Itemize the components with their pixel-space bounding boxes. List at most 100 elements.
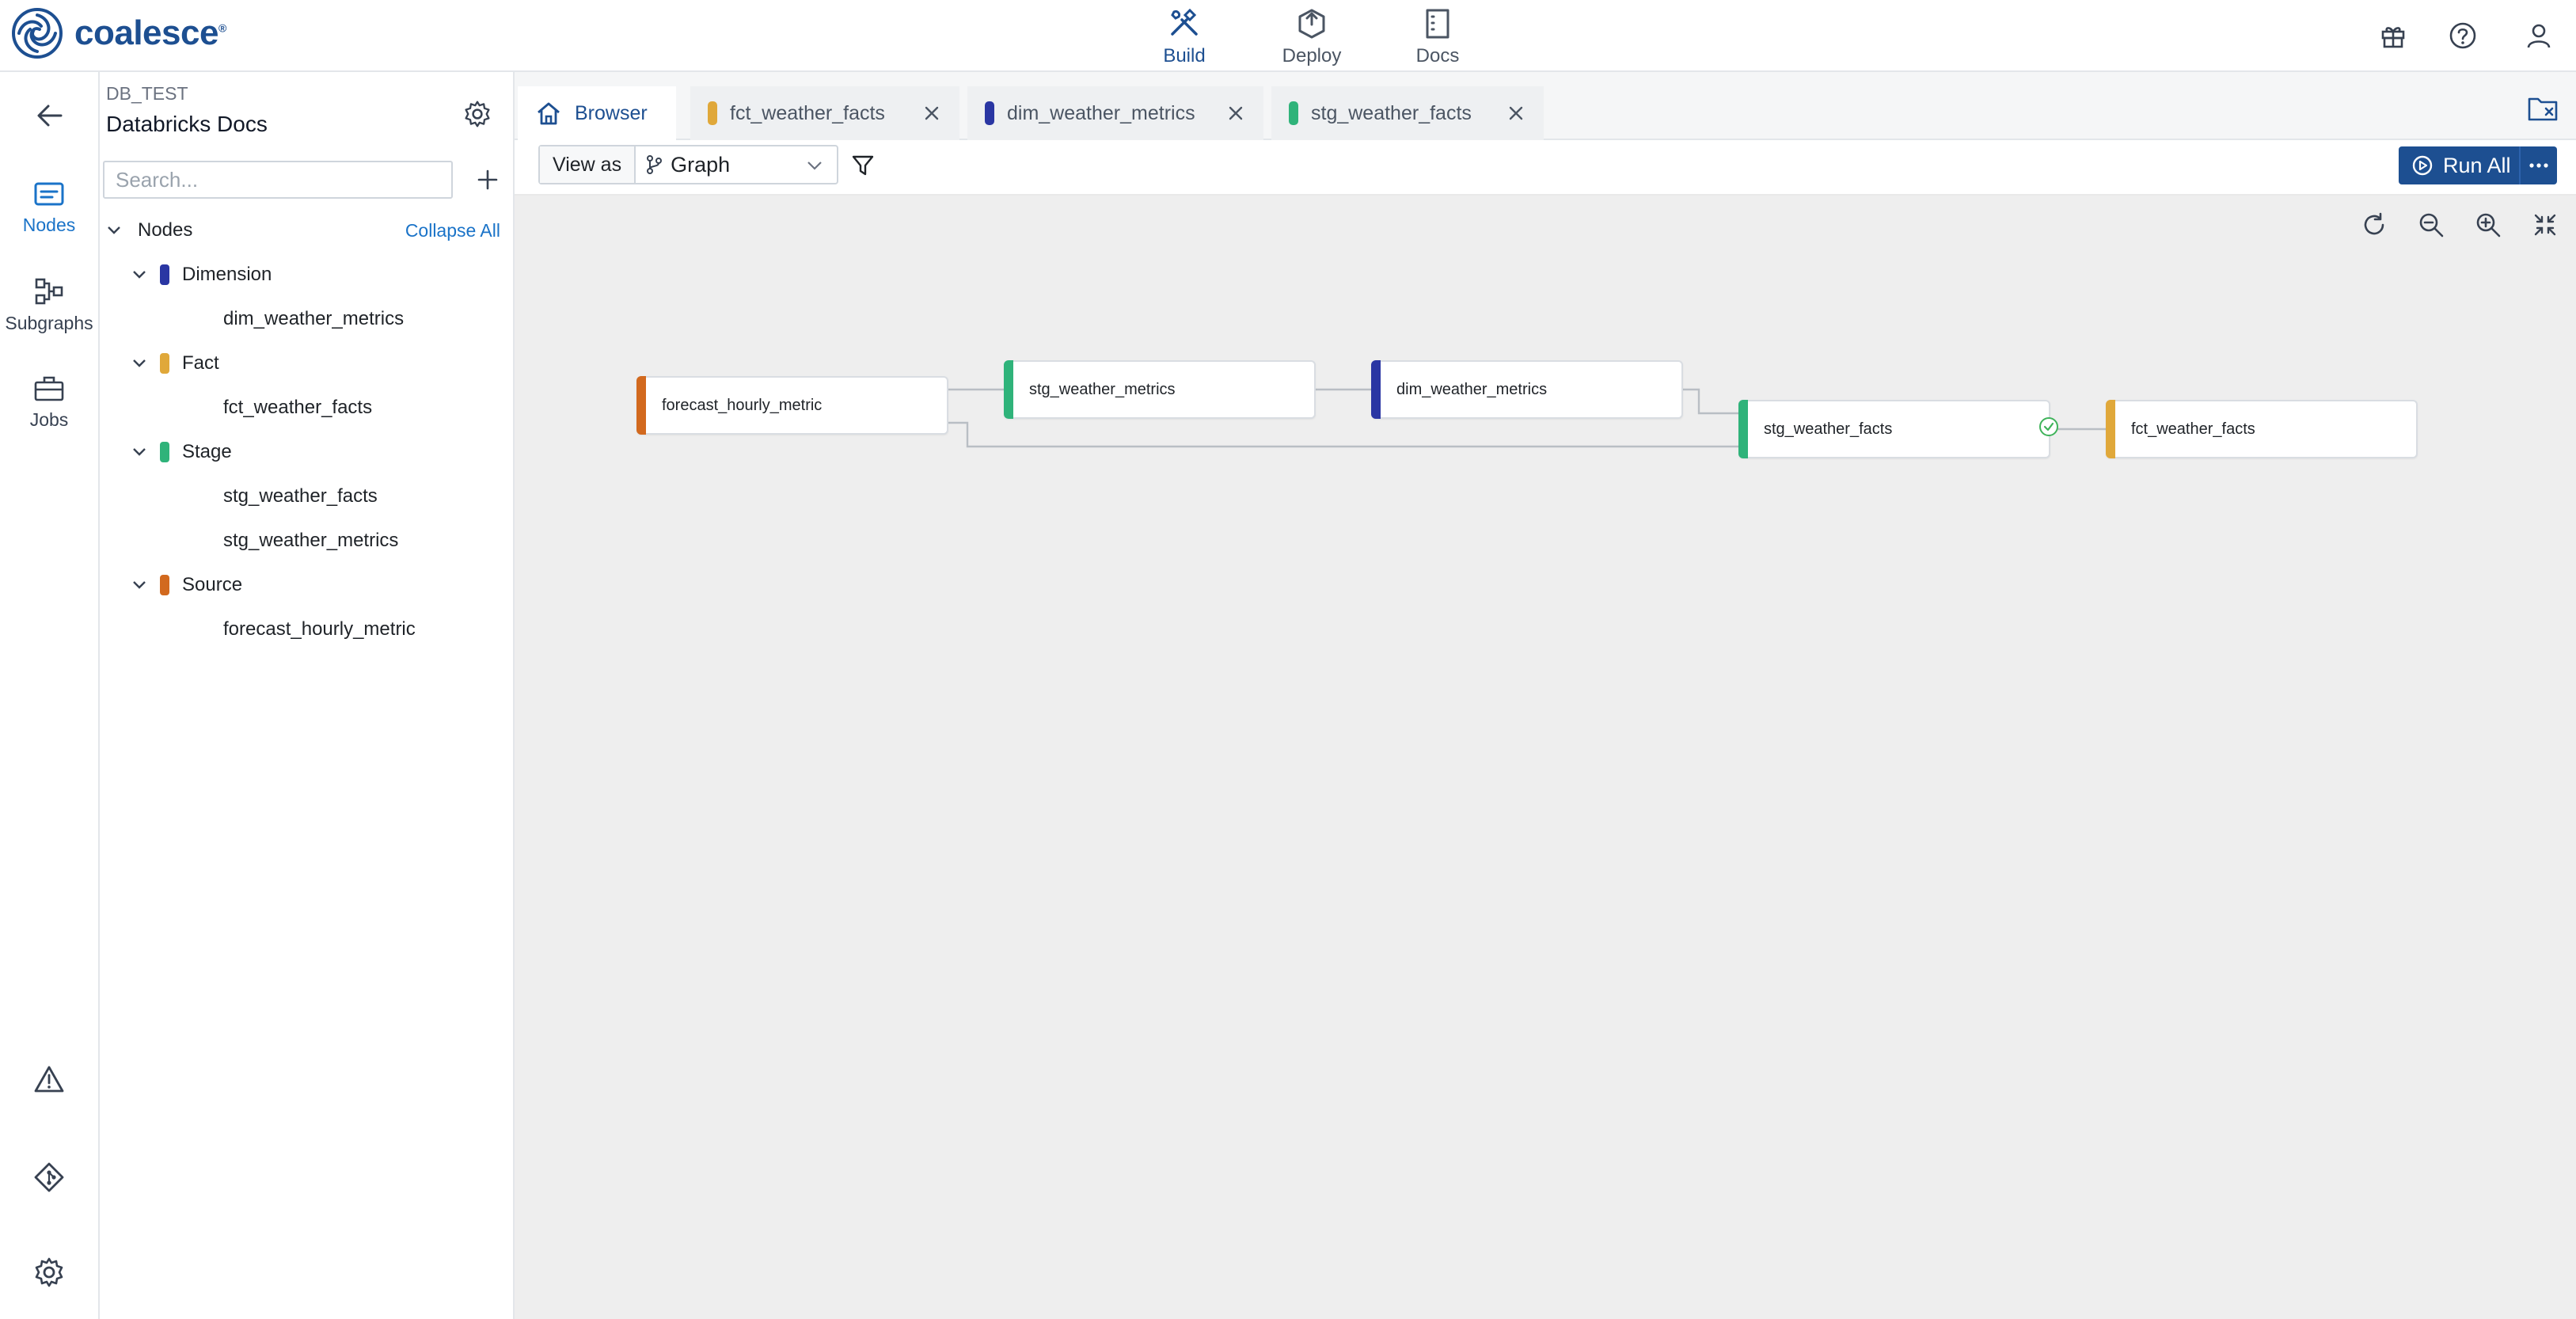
rail-item-jobs-label: Jobs [29,409,69,430]
project-settings-icon[interactable] [458,94,497,134]
warning-icon[interactable] [28,1059,70,1100]
project-title: Databricks Docs [106,112,268,136]
tree-root-label: Nodes [138,219,193,241]
tree-item-label: dim_weather_metrics [223,308,405,329]
graph-node-label: dim_weather_metrics [1396,380,1548,398]
tree-item-dim_weather_metrics[interactable]: dim_weather_metrics [100,297,511,341]
tree-item-label: fct_weather_facts [223,397,373,418]
tab-stg_weather_facts[interactable]: stg_weather_facts [1271,86,1544,140]
graph-node-stg_weather_facts[interactable]: stg_weather_facts [1738,400,2058,458]
environment-label: DB_TEST [106,83,188,104]
close-icon[interactable] [1225,103,1246,124]
tree-group-source[interactable]: Source [100,563,511,607]
view-as-value: Graph [671,152,731,177]
logo[interactable]: coalesce® [11,6,226,60]
chevron-down-icon[interactable] [128,574,150,596]
main-panel: Browser fct_weather_facts dim_weather_me… [515,72,2576,1319]
tree-item-fct_weather_facts[interactable]: fct_weather_facts [100,386,511,430]
play-circle-icon [2412,155,2433,176]
tab-browser[interactable]: Browser [518,86,676,140]
tab-label: fct_weather_facts [730,101,885,124]
stage-color-swatch [1289,101,1298,125]
close-icon[interactable] [921,103,942,124]
nav-docs-label: Docs [1415,44,1460,67]
chevron-down-icon[interactable] [103,219,125,241]
tree-group-label: Fact [182,352,219,374]
tree-group-fact[interactable]: Fact [100,341,511,386]
run-all-label: Run All [2443,153,2511,177]
gift-icon[interactable] [2375,17,2411,54]
graph-node-dim_weather_metrics[interactable]: dim_weather_metrics [1371,360,1683,419]
tree-group-stage[interactable]: Stage [100,430,511,474]
graph-node-label: forecast_hourly_metric [662,396,823,414]
fit-view-icon[interactable] [2527,207,2563,243]
logo-text: coalesce® [74,13,226,52]
graph-node-forecast_hourly_metric[interactable]: forecast_hourly_metric [636,376,948,435]
add-node-icon[interactable] [469,161,507,199]
tree-item-stg_weather_facts[interactable]: stg_weather_facts [100,474,511,519]
nav-docs[interactable]: Docs [1382,0,1493,72]
fact-color-swatch [708,101,717,125]
tab-dim_weather_metrics[interactable]: dim_weather_metrics [967,86,1263,140]
view-as-control[interactable]: View as Graph [538,145,839,184]
tab-bar: Browser fct_weather_facts dim_weather_me… [515,72,2576,140]
nav-build[interactable]: Build [1129,0,1240,72]
tab-label: stg_weather_facts [1311,101,1472,124]
zoom-out-icon[interactable] [2413,207,2449,243]
app-window: coalesce® Build Deploy Docs Nodes Subgra… [0,0,2576,1319]
stage-color-bar [1738,400,1748,458]
source-color-swatch [160,575,169,595]
rail-item-nodes-label: Nodes [22,215,76,235]
tree-group-dimension[interactable]: Dimension [100,253,511,297]
dimension-color-swatch [985,101,994,125]
collapse-all-link[interactable]: Collapse All [405,220,500,241]
rail-item-subgraphs[interactable]: Subgraphs [0,276,98,334]
node-search-input[interactable] [103,161,453,199]
tree-group-label: Dimension [182,264,272,285]
tree-item-label: stg_weather_facts [223,485,378,507]
nav-build-label: Build [1163,44,1206,67]
more-options-icon[interactable] [2519,146,2557,184]
tab-fct_weather_facts[interactable]: fct_weather_facts [690,86,959,140]
run-all-button[interactable]: Run All [2399,146,2557,184]
settings-icon[interactable] [28,1252,70,1293]
help-icon[interactable] [2445,17,2481,54]
stage-color-swatch [160,442,169,462]
chevron-down-icon [807,162,822,170]
zoom-in-icon[interactable] [2470,207,2506,243]
tree-group-label: Source [182,574,243,595]
tree-item-label: forecast_hourly_metric [223,618,416,640]
close-folder-icon[interactable] [2524,89,2562,127]
tree-root-nodes[interactable]: Nodes Collapse All [100,208,511,253]
graph-node-stg_weather_metrics[interactable]: stg_weather_metrics [1004,360,1316,419]
view-as-select[interactable]: Graph [636,146,837,183]
tree-item-forecast_hourly_metric[interactable]: forecast_hourly_metric [100,607,511,652]
build-icon [1171,8,1198,36]
graph-node-label: stg_weather_metrics [1029,380,1176,398]
tab-browser-label: Browser [575,101,648,124]
subgraphs-icon [35,278,63,305]
chevron-down-icon[interactable] [128,352,150,374]
graph-node-label: fct_weather_facts [2131,420,2255,438]
chevron-down-icon[interactable] [128,441,150,463]
chevron-down-icon[interactable] [128,264,150,286]
graph-node-fct_weather_facts[interactable]: fct_weather_facts [2106,400,2418,458]
fact-color-bar [2106,400,2115,458]
nav-deploy[interactable]: Deploy [1256,0,1367,72]
rail-item-jobs[interactable]: Jobs [0,374,98,431]
source-color-bar [636,376,646,435]
fact-color-swatch [160,353,169,374]
jobs-icon [34,376,64,401]
rail-item-nodes[interactable]: Nodes [0,180,98,236]
filter-icon[interactable] [847,150,879,181]
git-icon[interactable] [28,1157,70,1198]
node-sidebar: DB_TEST Databricks Docs Nodes Collapse A… [100,72,515,1319]
nodes-icon [34,182,64,206]
close-icon[interactable] [1506,103,1526,124]
dimension-color-bar [1371,360,1381,419]
branch-icon [647,155,663,174]
tree-item-stg_weather_metrics[interactable]: stg_weather_metrics [100,519,511,563]
refresh-icon[interactable] [2356,207,2392,243]
back-arrow-icon[interactable] [30,96,70,135]
user-icon[interactable] [2521,17,2557,54]
